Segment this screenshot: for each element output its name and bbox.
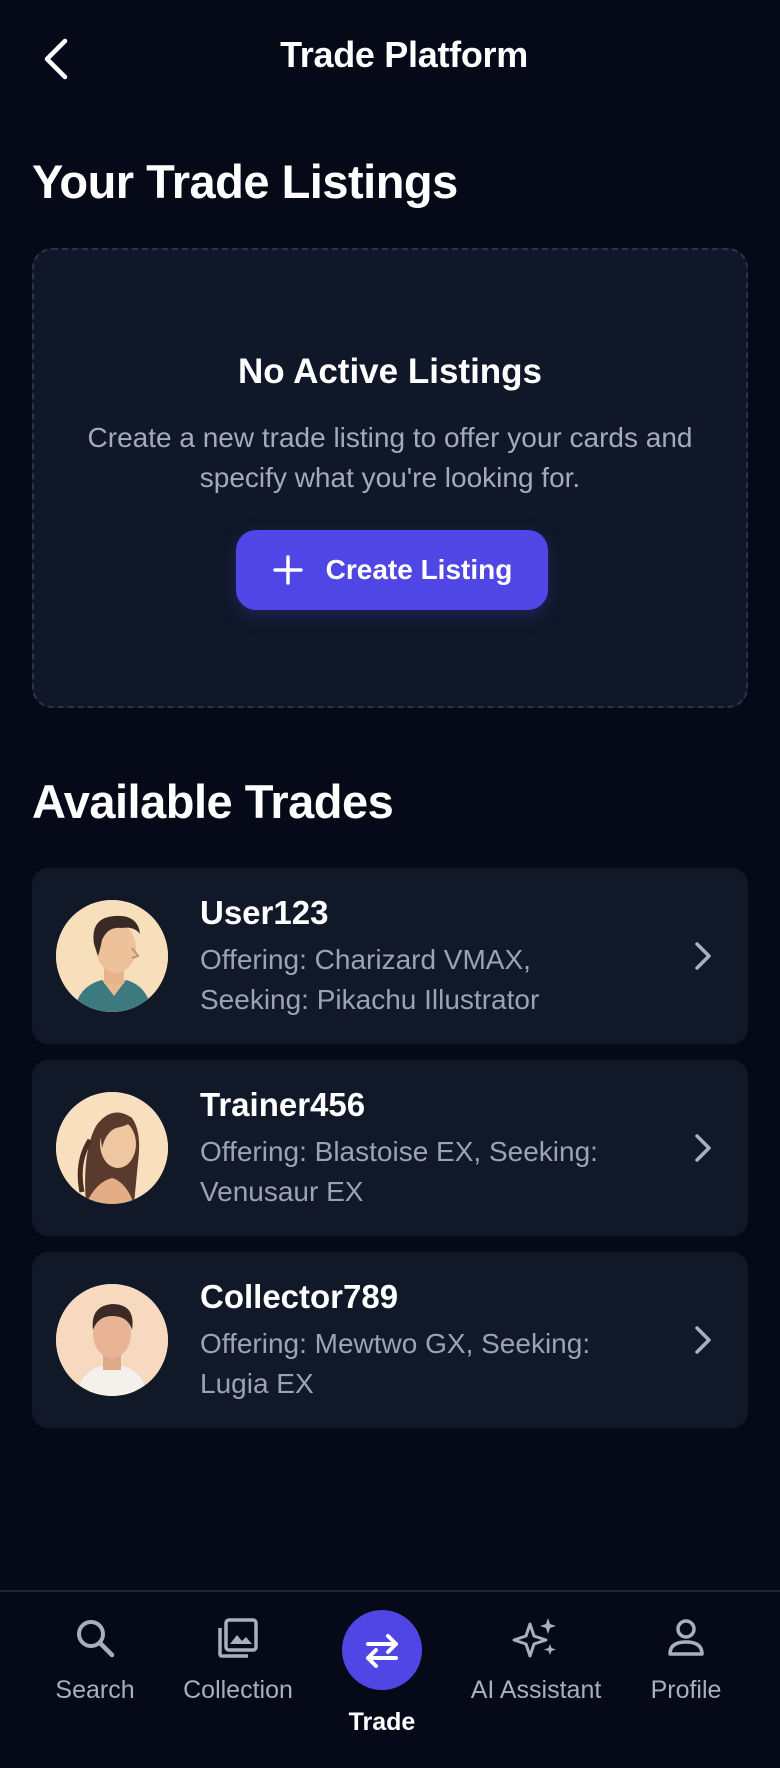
plus-icon (272, 555, 303, 585)
sparkles-icon (512, 1618, 556, 1658)
chevron-right-icon (695, 1134, 711, 1162)
nav-label-collection: Collection (183, 1676, 293, 1704)
listings-section-title: Your Trade Listings (32, 155, 458, 208)
empty-listings-title: No Active Listings (237, 352, 543, 391)
nav-label-search: Search (55, 1676, 135, 1704)
chevron-right-icon (695, 1326, 711, 1354)
nav-label-trade: Trade (348, 1708, 416, 1736)
top-bar: Trade Platform (0, 0, 780, 118)
avatar (56, 1092, 168, 1204)
create-listing-button[interactable]: Create Listing (236, 530, 548, 610)
nav-item-collection[interactable]: Collection (162, 1592, 314, 1722)
chevron-right-icon (695, 942, 711, 970)
trade-card[interactable]: User123 Offering: Charizard VMAX, Seekin… (32, 868, 748, 1044)
create-listing-label: Create Listing (325, 554, 513, 585)
page-title: Trade Platform (280, 34, 528, 75)
collection-icon (218, 1618, 258, 1658)
avatar (56, 1284, 168, 1396)
available-section-title: Available Trades (32, 775, 394, 828)
nav-item-trade[interactable]: Trade (312, 1592, 452, 1736)
trade-username: User123 (200, 894, 329, 931)
empty-listings-description: Create a new trade listing to offer your… (87, 422, 693, 493)
nav-item-ai-assistant[interactable]: AI Assistant (458, 1592, 614, 1722)
trade-description: Offering: Mewtwo GX, Seeking: Lugia EX (200, 1328, 591, 1399)
nav-label-profile: Profile (650, 1676, 722, 1704)
trade-username: Trainer456 (200, 1086, 366, 1123)
nav-item-profile[interactable]: Profile (618, 1592, 754, 1722)
trade-card[interactable]: Collector789 Offering: Mewtwo GX, Seekin… (32, 1252, 748, 1428)
trade-username: Collector789 (200, 1278, 399, 1315)
bottom-nav: Search Collection Trade AI Assistant Pro… (0, 1590, 780, 1768)
trade-description: Offering: Blastoise EX, Seeking: Venusau… (200, 1136, 598, 1207)
person-icon (668, 1619, 704, 1656)
trade-nav-button[interactable] (342, 1610, 422, 1690)
swap-icon (366, 1634, 398, 1668)
avatar (56, 900, 168, 1012)
search-icon (77, 1620, 115, 1658)
trade-card[interactable]: Trainer456 Offering: Blastoise EX, Seeki… (32, 1060, 748, 1236)
nav-item-search[interactable]: Search (20, 1592, 170, 1722)
nav-label-ai-assistant: AI Assistant (470, 1676, 602, 1704)
empty-listings-card: No Active Listings Create a new trade li… (32, 248, 748, 708)
trade-description: Offering: Charizard VMAX, Seeking: Pikac… (200, 944, 540, 1015)
